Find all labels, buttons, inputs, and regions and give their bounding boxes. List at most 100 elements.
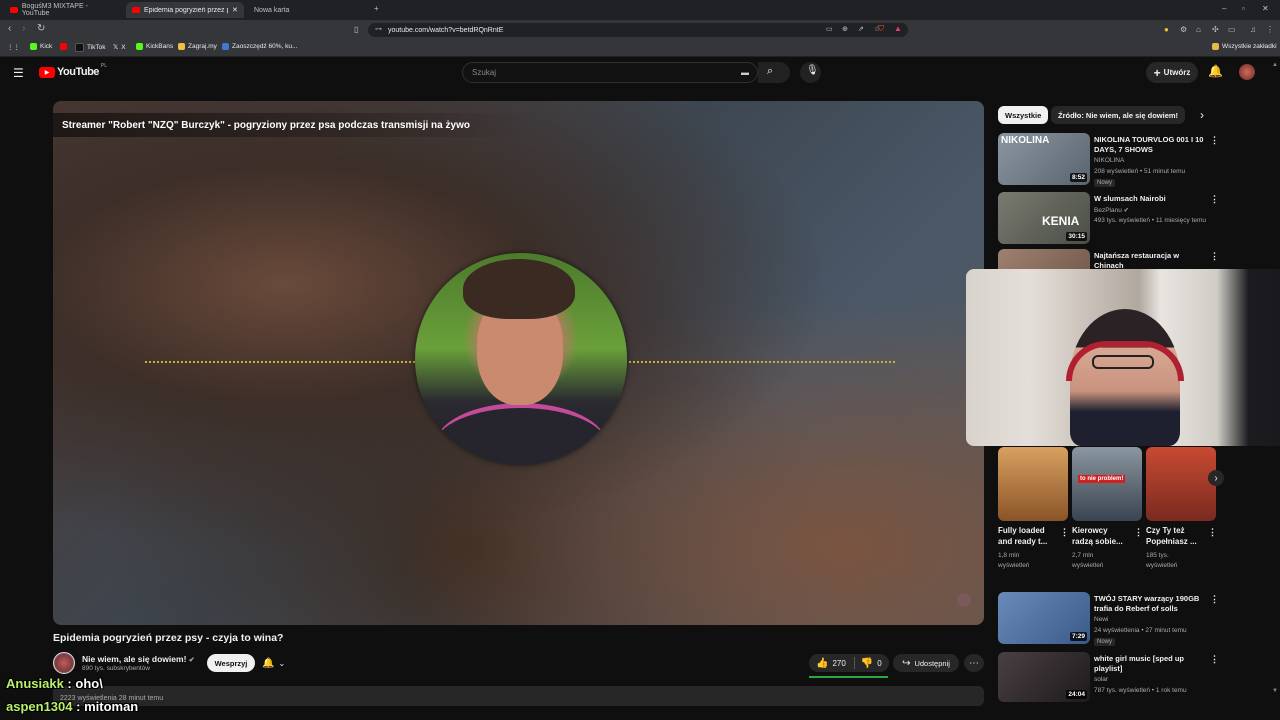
video-thumbnail[interactable] (998, 249, 1090, 269)
brave-rewards-icon[interactable]: ▲ (894, 24, 902, 33)
recommended-video[interactable]: Najtańsza restauracja w Chinach ⋮ (998, 249, 1220, 269)
channel-name[interactable]: solar (1094, 676, 1108, 683)
share-page-icon[interactable]: ⇗ (858, 25, 864, 33)
more-dots-icon[interactable]: ⋮ (1060, 527, 1069, 538)
maximize-icon[interactable]: ▫ (1242, 4, 1245, 13)
video-title[interactable]: NIKOLINA TOURVLOG 001 I 10 DAYS, 7 SHOWS (1094, 135, 1204, 155)
recommended-video[interactable]: 7:29 TWÓJ STARY warzący 190GB trafia do … (998, 592, 1220, 648)
scroll-up-icon[interactable]: ▲ (1272, 62, 1278, 68)
short-title[interactable]: Czy Ty też Popełniasz ... (1146, 525, 1204, 547)
video-title[interactable]: W slumsach Nairobi (1094, 194, 1204, 204)
video-thumbnail[interactable]: NIKOLINA 8:52 (998, 133, 1090, 185)
more-actions-button[interactable]: ⋯ (964, 654, 984, 672)
recommended-video[interactable]: KENIA 30:15 W slumsach Nairobi BezPlanu … (998, 192, 1220, 246)
video-title[interactable]: Najtańsza restauracja w Chinach (1094, 251, 1204, 269)
subscription-bell-button[interactable]: 🔔 ⌄ (262, 654, 296, 672)
browser-tab[interactable]: Nowa karta (248, 2, 358, 18)
bookmark-item[interactable]: Zagraj.my (178, 43, 217, 50)
reload-icon[interactable]: ↻ (37, 23, 45, 34)
dislike-count[interactable]: 0 (877, 659, 881, 668)
browser-tab-active[interactable]: Epidemia pogryzień przez ps ✕ (126, 2, 244, 18)
keyboard-icon[interactable]: ▬ (741, 68, 749, 77)
short-title[interactable]: Fully loaded and ready t... (998, 525, 1056, 547)
avatar[interactable] (1239, 64, 1255, 80)
dislike-icon[interactable]: 👎 (861, 658, 873, 669)
description-box[interactable]: 2223 wyświetlenia 28 minut temu (53, 686, 984, 706)
channel-name[interactable]: Nie wiem, ale się dowiem! ✔ (82, 654, 195, 664)
browser-tab[interactable]: BoguśM3 MIXTAPE - YouTube (4, 2, 122, 18)
close-tab-icon[interactable]: ✕ (232, 6, 238, 14)
forward-icon[interactable]: › (22, 23, 25, 34)
sidepanel-icon[interactable]: ▭ (1228, 25, 1236, 34)
media-icon[interactable]: ♫ (1250, 25, 1256, 34)
youtube-logo[interactable]: ▶ YouTube PL (39, 63, 107, 78)
bookmark-item[interactable]: 𝕏 X (113, 43, 126, 52)
bookmark-item[interactable]: KickBans (136, 43, 173, 50)
short-item[interactable]: to nie problem! Kierowcy radzą sobie... … (1072, 447, 1143, 572)
channel-name[interactable]: BezPlanu ✔ (1094, 206, 1129, 214)
scroll-down-icon[interactable]: ▼ (1272, 688, 1278, 694)
more-dots-icon[interactable]: ⋮ (1210, 194, 1219, 205)
chip-next-chevron-icon[interactable]: › (1200, 108, 1204, 122)
create-button[interactable]: + Utwórz (1146, 62, 1198, 83)
channel-name[interactable]: Newi (1094, 616, 1108, 623)
more-dots-icon[interactable]: ⋮ (1210, 594, 1219, 605)
back-icon[interactable]: ‹ (8, 23, 11, 34)
new-tab-icon[interactable]: + (374, 4, 379, 13)
hamburger-menu-icon[interactable]: ☰ (13, 66, 24, 80)
site-info-icon[interactable]: ⊶ (375, 25, 382, 33)
bookmark-item[interactable] (60, 43, 67, 50)
video-player[interactable]: Streamer "Robert "NZQ" Burczyk" - pogryz… (53, 101, 984, 625)
address-bar[interactable]: ⊶ youtube.com/watch?v=betdRQnRntE ▭ ⊕ ⇗ … (368, 23, 908, 37)
bookmark-star-icon[interactable]: ▯ (354, 25, 358, 34)
minimize-icon[interactable]: – (1222, 4, 1226, 13)
recommended-video[interactable]: 24:04 white girl music [sped up playlist… (998, 652, 1220, 704)
video-thumbnail[interactable]: KENIA 30:15 (998, 192, 1090, 244)
video-thumbnail[interactable]: 24:04 (998, 652, 1090, 702)
video-title[interactable]: TWÓJ STARY warzący 190GB trafia do Reber… (1094, 594, 1204, 614)
more-dots-icon[interactable]: ⋮ (1210, 654, 1219, 665)
short-thumbnail[interactable] (1146, 447, 1216, 521)
voice-search-button[interactable]: 🎙 (800, 62, 821, 83)
short-thumbnail[interactable]: to nie problem! (1072, 447, 1142, 521)
channel-avatar[interactable] (53, 652, 75, 674)
extension-icon[interactable]: ⌂ (1196, 25, 1201, 34)
video-thumbnail[interactable]: 7:29 (998, 592, 1090, 644)
more-dots-icon[interactable]: ⋮ (1210, 251, 1219, 262)
extension-icon[interactable]: ⚙ (1180, 25, 1187, 34)
close-window-icon[interactable]: ✕ (1262, 4, 1269, 13)
video-title[interactable]: white girl music [sped up playlist] (1094, 654, 1204, 674)
short-item[interactable]: Fully loaded and ready t... 1,8 mln wyśw… (998, 447, 1069, 572)
short-item[interactable]: Czy Ty też Popełniasz ... 185 tys. wyświ… (1146, 447, 1217, 572)
apps-icon[interactable]: ⋮⋮ (7, 43, 20, 51)
cast-icon[interactable]: ▭ (826, 25, 833, 33)
like-count[interactable]: 270 (832, 659, 845, 668)
notifications-bell-icon[interactable]: 🔔 (1208, 64, 1223, 78)
extension-icon[interactable]: ● (1164, 25, 1169, 34)
channel-name[interactable]: NIKOLINA (1094, 157, 1124, 164)
zoom-icon[interactable]: ⊕ (842, 25, 848, 33)
page-scrollbar[interactable]: ▲ ▼ (1272, 60, 1278, 700)
search-input[interactable]: Szukaj ▬ (462, 62, 758, 83)
short-thumbnail[interactable] (998, 447, 1068, 521)
bookmark-item[interactable]: Kick (30, 43, 52, 50)
more-dots-icon[interactable]: ⋮ (1134, 527, 1143, 538)
search-button[interactable]: ⌕ (758, 62, 790, 83)
brave-shield-icon[interactable]: ⛉ (878, 24, 884, 34)
like-icon[interactable]: 👍 (816, 658, 828, 669)
share-button[interactable]: ↪ Udostępnij (893, 654, 959, 672)
extensions-puzzle-icon[interactable]: ✣ (1212, 25, 1219, 34)
chip-all[interactable]: Wszystkie (998, 106, 1049, 124)
support-button[interactable]: Wesprzyj (207, 654, 255, 672)
chip-source[interactable]: Źródło: Nie wiem, ale się dowiem! (1051, 106, 1186, 124)
bookmark-item[interactable]: TikTok (75, 43, 106, 52)
channel-watermark-icon[interactable] (957, 593, 971, 607)
more-dots-icon[interactable]: ⋮ (1208, 527, 1217, 538)
menu-dots-icon[interactable]: ⋮ (1266, 25, 1274, 34)
recommended-video[interactable]: NIKOLINA 8:52 NIKOLINA TOURVLOG 001 I 10… (998, 133, 1220, 189)
more-dots-icon[interactable]: ⋮ (1210, 135, 1219, 146)
shorts-next-chevron-icon[interactable]: › (1208, 470, 1224, 486)
all-bookmarks-folder[interactable]: Wszystkie zakładki (1212, 43, 1277, 50)
bookmark-item[interactable]: Zaoszczędź 60%, ku... (222, 43, 297, 50)
short-title[interactable]: Kierowcy radzą sobie... (1072, 525, 1130, 547)
